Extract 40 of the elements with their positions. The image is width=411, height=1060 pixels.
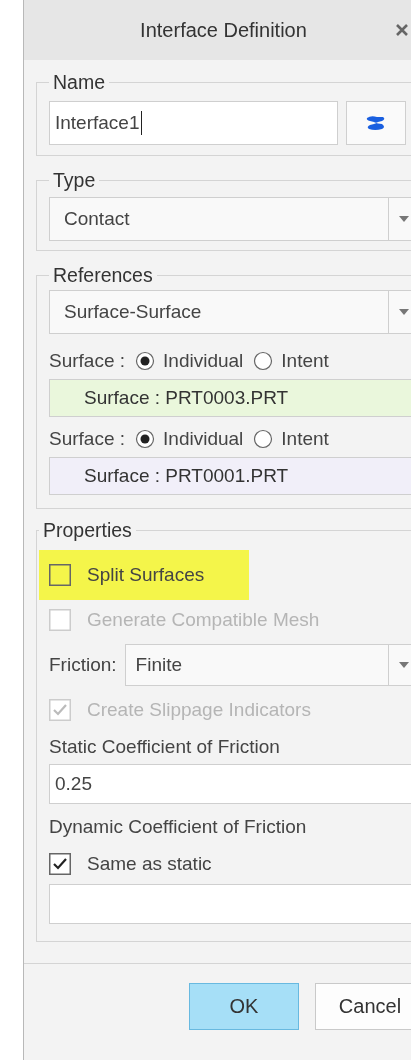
option-label: Individual	[163, 428, 244, 450]
option-label: Generate Compatible Mesh	[87, 609, 320, 631]
field-label: Dynamic Coefficient of Friction	[48, 815, 307, 839]
dialog-button[interactable]: Cancel	[315, 983, 411, 1030]
group-legend: Type	[49, 169, 100, 191]
checkbox[interactable]	[49, 564, 71, 586]
references-dropdown[interactable]: Surface-Surface	[49, 290, 411, 334]
name-field[interactable]: Interface1	[49, 101, 338, 145]
type-dropdown[interactable]: Contact	[49, 197, 411, 241]
field-label: Static Coefficient of Friction	[48, 735, 280, 759]
option-label: Intent	[281, 350, 329, 372]
s-shape-icon	[365, 115, 387, 131]
radio-button[interactable]	[253, 429, 274, 449]
option-label: Individual	[163, 350, 244, 372]
friction-label: Friction:	[49, 654, 117, 676]
dialog-button[interactable]: OK	[189, 983, 299, 1030]
window-title: Interface Definition	[139, 18, 308, 42]
radio-button[interactable]	[135, 351, 156, 371]
surface-label: Surface :	[49, 428, 126, 450]
option-label: Split Surfaces	[87, 564, 205, 586]
surface-collector[interactable]: Surface : PRT0001.PRT	[49, 457, 411, 495]
radio-button[interactable]	[135, 429, 156, 449]
surface-collector[interactable]: Surface : PRT0003.PRT	[49, 379, 411, 417]
coefficient-field[interactable]	[49, 884, 411, 924]
dropdown-arrow-icon	[399, 216, 409, 222]
dropdown-arrow-icon	[399, 309, 409, 315]
close-icon[interactable]	[395, 23, 409, 37]
option-label: Intent	[281, 428, 329, 450]
radio-button[interactable]	[253, 351, 274, 371]
group-legend: References	[49, 264, 157, 286]
option-label: Create Slippage Indicators	[87, 699, 311, 721]
surface-label: Surface :	[49, 350, 126, 372]
coefficient-field[interactable]: 0.25	[49, 764, 411, 804]
dropdown-arrow-icon	[399, 662, 409, 668]
option-label: Same as static	[87, 853, 212, 875]
friction-dropdown[interactable]: Finite	[124, 644, 411, 686]
group-legend: Name	[49, 71, 110, 93]
auto-name-button[interactable]	[346, 101, 406, 145]
group-legend: Properties	[39, 519, 136, 541]
checkbox[interactable]	[49, 853, 71, 875]
